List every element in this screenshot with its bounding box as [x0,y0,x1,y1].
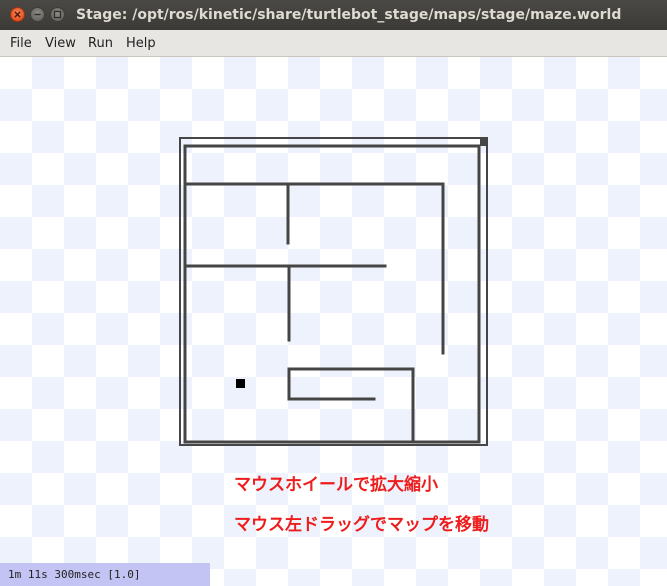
window-title: Stage: /opt/ros/kinetic/share/turtlebot_… [76,7,622,23]
close-icon [14,11,21,18]
minimize-icon [34,13,41,16]
menu-bar: File View Run Help [0,30,667,57]
close-button[interactable] [10,7,25,22]
menu-file[interactable]: File [10,30,32,57]
simulation-time: 1m 11s 300msec [1.0] [8,568,141,581]
maze-map [179,137,488,446]
maze-walls [183,144,481,444]
title-bar: Stage: /opt/ros/kinetic/share/turtlebot_… [0,0,667,30]
pan-hint-text: マウス左ドラッグでマップを移動 [234,515,489,535]
menu-run[interactable]: Run [88,30,113,57]
zoom-hint-text: マウスホイールで拡大縮小 [234,475,438,495]
menu-help[interactable]: Help [126,30,156,57]
maximize-icon [53,10,62,19]
robot-marker[interactable] [236,379,245,388]
maximize-button[interactable] [50,7,65,22]
status-bar: 1m 11s 300msec [1.0] [0,563,210,586]
stage-canvas[interactable]: マウスホイールで拡大縮小 マウス左ドラッグでマップを移動 1m 11s 300m… [0,57,667,586]
menu-view[interactable]: View [45,30,76,57]
minimize-button[interactable] [30,7,45,22]
